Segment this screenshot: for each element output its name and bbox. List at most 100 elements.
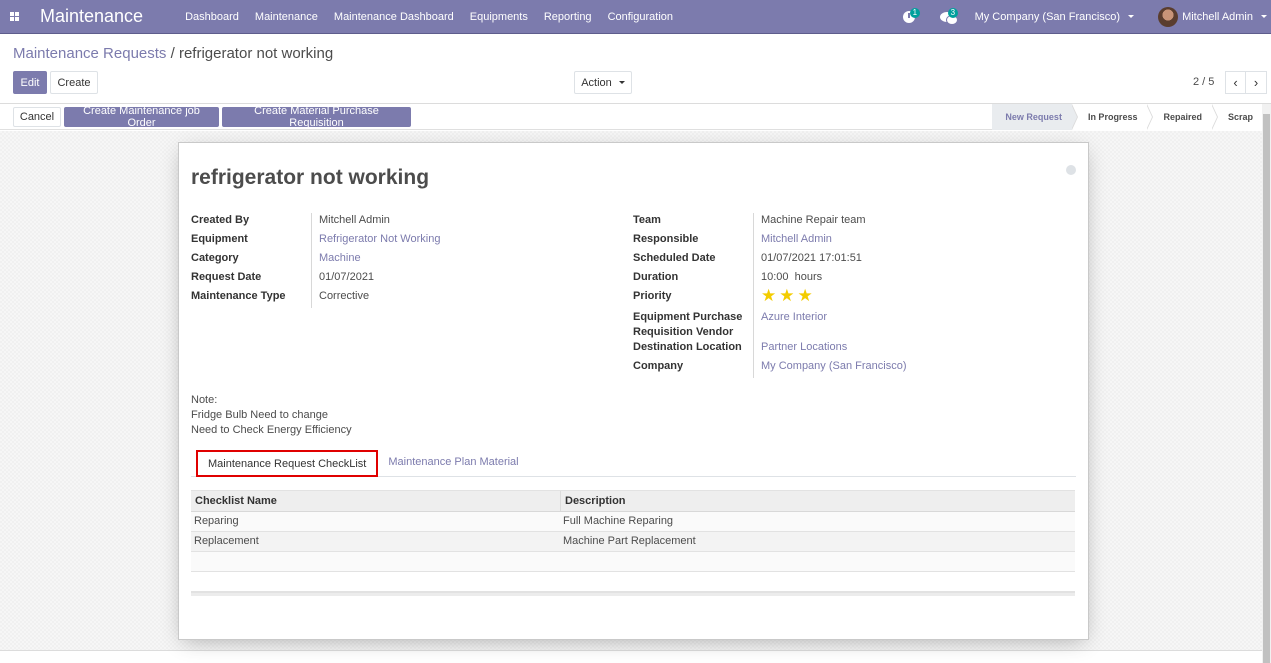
field-label: Equipment Purchase Requisition Vendor [633, 311, 743, 338]
cell-description: Full Machine Reparing [563, 515, 674, 527]
main-menu: Dashboard Maintenance Maintenance Dashbo… [177, 0, 681, 34]
column-header-checklist-name[interactable]: Checklist Name [191, 491, 560, 511]
caret-down-icon [1128, 15, 1135, 18]
activity-button[interactable]: 1 [899, 7, 921, 27]
user-name: Mitchell Admin [1182, 10, 1253, 23]
field-priority: Priority ★ ★ ★ [633, 287, 907, 310]
systray: 1 3 My Company (San Francisco) Mitchell … [899, 0, 1271, 34]
vendor-link[interactable]: Azure Interior [753, 310, 903, 340]
stage-pipeline: New Request In Progress Repaired Scrap [992, 104, 1271, 130]
kanban-state-indicator[interactable] [1066, 165, 1076, 175]
company-switcher[interactable]: My Company (San Francisco) [975, 11, 1135, 23]
breadcrumb: Maintenance Requests / refrigerator not … [13, 45, 333, 62]
menu-configuration[interactable]: Configuration [600, 0, 681, 34]
messages-count-badge: 3 [947, 7, 959, 18]
priority-widget: ★ ★ ★ [753, 287, 903, 310]
cell-description: Machine Part Replacement [563, 535, 696, 547]
apps-menu-icon[interactable] [0, 0, 28, 34]
activity-count-badge: 1 [909, 7, 921, 18]
field-label: Responsible [633, 233, 699, 245]
form-sheet: refrigerator not working Created By Mitc… [178, 142, 1089, 640]
field-scheduled-date: Scheduled Date 01/07/2021 17:01:51 [633, 251, 907, 270]
column-header-description[interactable]: Description [560, 491, 1075, 511]
field-label: Priority [633, 290, 672, 302]
left-field-group: Created By Mitchell Admin Equipment Refr… [191, 213, 461, 308]
field-value: Machine Repair team [753, 213, 903, 232]
field-label: Destination Location [633, 341, 742, 353]
empty-table-row [191, 572, 1075, 592]
form-statusbar: Cancel Create Maintenance job Order Crea… [0, 104, 1271, 130]
category-link[interactable]: Machine [311, 251, 461, 270]
cancel-button[interactable]: Cancel [13, 107, 61, 127]
responsible-link[interactable]: Mitchell Admin [753, 232, 903, 251]
avatar [1158, 6, 1179, 27]
field-company: Company My Company (San Francisco) [633, 359, 907, 378]
action-dropdown[interactable]: Action [574, 71, 632, 94]
scrollbar-thumb[interactable] [1263, 114, 1270, 663]
field-value: Corrective [311, 289, 461, 308]
field-destination-location: Destination Location Partner Locations [633, 340, 907, 359]
pager-next-button[interactable]: › [1246, 71, 1267, 94]
note-line: Need to Check Energy Efficiency [191, 424, 352, 436]
messages-button[interactable]: 3 [937, 7, 959, 27]
breadcrumb-separator: / [170, 45, 175, 62]
priority-stars: ★ ★ ★ [761, 287, 903, 304]
tab-maintenance-request-checklist[interactable]: Maintenance Request CheckList [196, 450, 379, 477]
star-icon[interactable]: ★ [761, 287, 776, 304]
menu-maintenance[interactable]: Maintenance [247, 0, 326, 34]
field-label: Team [633, 214, 661, 226]
cell-checklist-name: Replacement [194, 535, 259, 547]
caret-down-icon [1261, 15, 1267, 18]
field-label: Maintenance Type [191, 290, 286, 302]
action-label: Action [581, 76, 612, 89]
note-label: Note: [191, 394, 218, 406]
field-value: Mitchell Admin [311, 213, 461, 232]
field-label: Company [633, 360, 684, 372]
stage-repaired[interactable]: Repaired [1147, 104, 1218, 130]
breadcrumb-parent[interactable]: Maintenance Requests [13, 45, 166, 62]
equipment-link[interactable]: Refrigerator Not Working [311, 232, 461, 251]
menu-maintenance-dashboard[interactable]: Maintenance Dashboard [326, 0, 462, 34]
field-label: Request Date [191, 271, 262, 283]
create-job-order-button[interactable]: Create Maintenance job Order [64, 105, 219, 129]
app-name[interactable]: Maintenance [40, 6, 143, 27]
company-name: My Company (San Francisco) [974, 10, 1121, 23]
empty-table-row [191, 552, 1075, 572]
company-link[interactable]: My Company (San Francisco) [753, 359, 907, 378]
create-button[interactable]: Create [50, 71, 98, 94]
right-field-group: Team Machine Repair team Responsible Mit… [633, 213, 907, 378]
scrollbar[interactable] [1262, 104, 1271, 663]
note-line: Fridge Bulb Need to change [191, 409, 328, 421]
destination-location-link[interactable]: Partner Locations [753, 340, 903, 359]
field-purchase-vendor: Equipment Purchase Requisition Vendor Az… [633, 310, 907, 340]
stage-in-progress[interactable]: In Progress [1071, 104, 1153, 130]
field-value: 01/07/2021 [311, 270, 461, 289]
pager-previous-button[interactable]: ‹ [1225, 71, 1246, 94]
create-purchase-requisition-button[interactable]: Create Material Purchase Requisition [222, 105, 411, 129]
star-icon[interactable]: ★ [798, 287, 813, 304]
field-value: 01/07/2021 17:01:51 [753, 251, 903, 270]
field-team: Team Machine Repair team [633, 213, 907, 232]
top-navbar: Maintenance Dashboard Maintenance Mainte… [0, 0, 1271, 34]
table-row[interactable]: Reparing Full Machine Reparing [191, 512, 1075, 532]
chevron-left-icon: ‹ [1233, 75, 1238, 90]
table-row[interactable]: Replacement Machine Part Replacement [191, 532, 1075, 552]
tab-maintenance-plan-material[interactable]: Maintenance Plan Material [378, 450, 528, 476]
pager-nav: ‹ › [1225, 71, 1267, 94]
user-menu[interactable]: Mitchell Admin [1158, 6, 1267, 27]
edit-button[interactable]: Edit [13, 71, 47, 94]
menu-equipments[interactable]: Equipments [462, 0, 536, 34]
notebook-tabs: Maintenance Request CheckList Maintenanc… [191, 450, 1076, 477]
pager-value[interactable]: 2 / 5 [1193, 76, 1214, 88]
menu-reporting[interactable]: Reporting [536, 0, 600, 34]
field-label: Scheduled Date [633, 252, 716, 264]
field-label: Created By [191, 214, 250, 226]
field-request-date: Request Date 01/07/2021 [191, 270, 461, 289]
stage-new-request[interactable]: New Request [992, 104, 1078, 130]
note-block: Note: Fridge Bulb Need to change Need to… [191, 393, 352, 438]
field-responsible: Responsible Mitchell Admin [633, 232, 907, 251]
field-label: Category [191, 252, 239, 264]
star-icon[interactable]: ★ [779, 287, 794, 304]
field-created-by: Created By Mitchell Admin [191, 213, 461, 232]
menu-dashboard[interactable]: Dashboard [177, 0, 247, 34]
